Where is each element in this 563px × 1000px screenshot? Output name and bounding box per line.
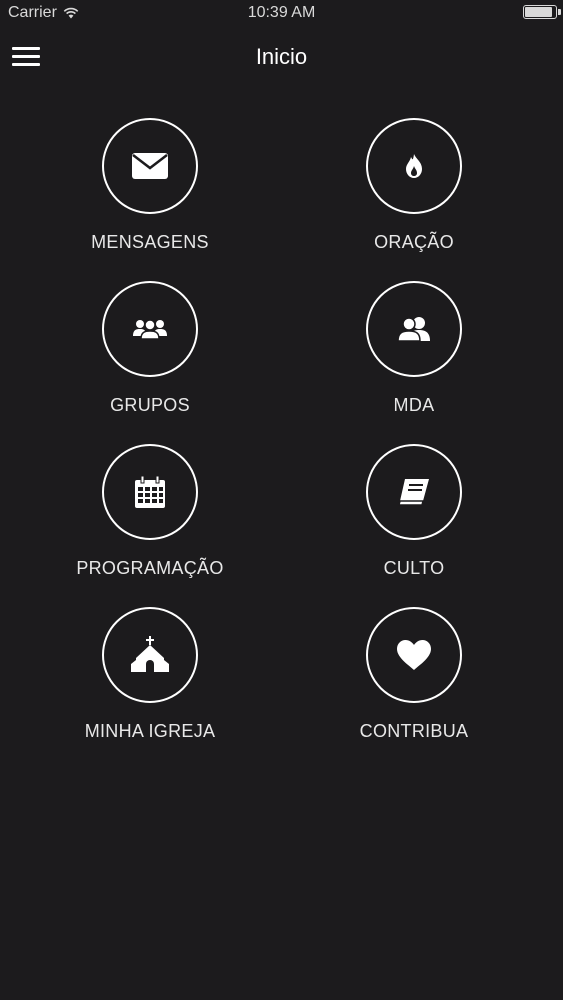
tile-circle (366, 281, 462, 377)
tile-oracao[interactable]: ORAÇÃO (314, 118, 514, 268)
group-icon (133, 318, 167, 340)
status-time: 10:39 AM (247, 4, 316, 21)
tile-programacao[interactable]: PROGRAMAÇÃO (50, 444, 250, 594)
tile-minha-igreja[interactable]: MINHA IGREJA (50, 607, 250, 757)
tile-mda[interactable]: MDA (314, 281, 514, 431)
tile-circle (102, 607, 198, 703)
tile-circle (366, 607, 462, 703)
tile-label: PROGRAMAÇÃO (76, 558, 224, 578)
book-icon (397, 477, 431, 507)
tile-circle (366, 118, 462, 214)
tile-circle (366, 444, 462, 540)
app-screen: Carrier 10:39 AM Inicio MENSAGENS ORAÇÃO… (0, 0, 563, 1000)
tile-label: CONTRIBUA (359, 721, 469, 741)
nav-bar: Inicio (0, 28, 563, 86)
tile-mensagens[interactable]: MENSAGENS (50, 118, 250, 268)
battery-icon (523, 5, 561, 19)
flame-icon (404, 153, 424, 179)
heart-icon (396, 639, 432, 671)
envelope-icon (131, 152, 169, 180)
users-icon (397, 316, 431, 342)
tile-circle (102, 118, 198, 214)
tile-contribua[interactable]: CONTRIBUA (314, 607, 514, 757)
tile-culto[interactable]: CULTO (314, 444, 514, 594)
page-title: Inicio (255, 44, 308, 69)
tile-circle (102, 281, 198, 377)
tile-label: MENSAGENS (91, 232, 209, 252)
tile-circle (102, 444, 198, 540)
tile-label: MDA (393, 395, 435, 415)
tile-label: ORAÇÃO (374, 232, 454, 252)
church-icon (130, 636, 170, 674)
battery-fill (525, 7, 552, 17)
tile-label: CULTO (383, 558, 445, 578)
status-bar: Carrier 10:39 AM (0, 0, 563, 28)
tile-grupos[interactable]: GRUPOS (50, 281, 250, 431)
calendar-icon (133, 475, 167, 509)
tile-label: MINHA IGREJA (84, 721, 216, 741)
tile-label: GRUPOS (110, 395, 190, 415)
